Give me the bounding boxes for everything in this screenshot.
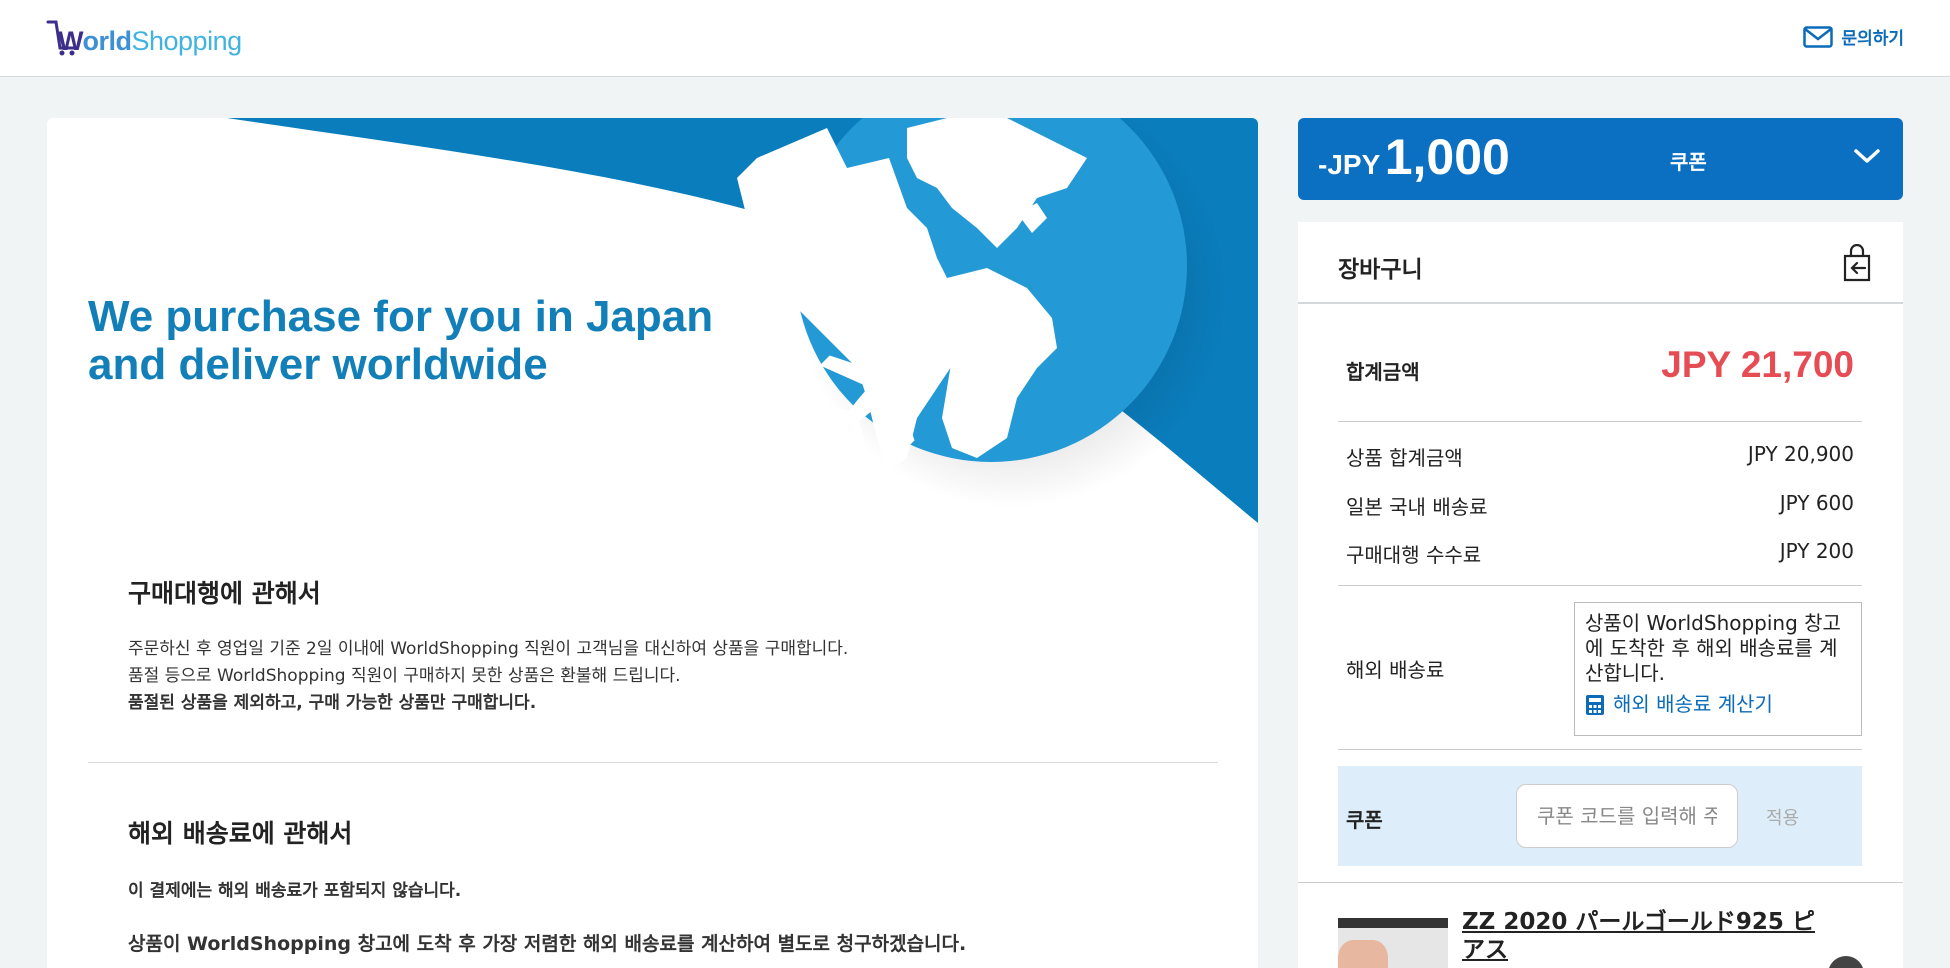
coupon-dropdown[interactable]: -JPY 1,000 쿠폰	[1298, 118, 1903, 200]
info-card: We purchase for you in Japan and deliver…	[47, 118, 1258, 968]
subtotal-row: 상품 합계금액 JPY 20,900	[1346, 442, 1854, 471]
product-name-link[interactable]: ZZ 2020 パールゴールド925 ピアス	[1462, 908, 1822, 964]
hero-title-line-2: and deliver worldwide	[88, 340, 548, 389]
coupon-currency: -JPY	[1318, 149, 1381, 180]
apply-coupon-button[interactable]: 적용	[1766, 804, 1799, 830]
domestic-shipping-label: 일본 국내 배송료	[1346, 495, 1488, 519]
shipping-warning: 이 결제에는 해외 배송료가 포함되지 않습니다.	[128, 881, 462, 901]
divider	[1338, 585, 1862, 586]
subtotal-value: JPY 20,900	[1747, 442, 1854, 466]
subtotal-label: 상품 합계금액	[1346, 446, 1463, 470]
intl-shipping-note: 상품이 WorldShopping 창고에 도착한 후 해외 배송료를 계산합니…	[1585, 611, 1841, 685]
service-fee-value: JPY 200	[1779, 539, 1854, 563]
section-divider	[88, 762, 1218, 763]
intl-shipping-info: 상품이 WorldShopping 창고에 도착한 후 해외 배송료를 계산합니…	[1574, 602, 1862, 736]
purchase-warning: 품절된 상품을 제외하고, 구매 가능한 상품만 구매합니다.	[128, 693, 537, 713]
hero-title: We purchase for you in Japan and deliver…	[88, 293, 808, 389]
cart-header: 장바구니	[1298, 222, 1903, 304]
shipping-section-title: 해외 배송료에 관해서	[128, 819, 353, 848]
cart-divider	[1298, 882, 1903, 883]
total-row: 합계금액 JPY 21,700	[1346, 344, 1854, 385]
contact-link[interactable]: 문의하기	[1803, 24, 1904, 49]
domestic-shipping-row: 일본 국내 배송료 JPY 600	[1346, 491, 1854, 520]
coupon-code-row: 쿠폰 적용	[1338, 766, 1862, 866]
shipping-section: 해외 배송료에 관해서 이 결제에는 해외 배송료가 포함되지 않습니다. 상품…	[128, 814, 1178, 958]
service-fee-label: 구매대행 수수료	[1346, 543, 1482, 567]
intl-shipping-label: 해외 배송료	[1346, 658, 1445, 682]
hero-banner: We purchase for you in Japan and deliver…	[47, 118, 1258, 528]
logo-text: WorldShopping	[58, 26, 242, 56]
product-thumbnail[interactable]	[1338, 918, 1448, 968]
purchase-section-title: 구매대행에 관해서	[128, 579, 321, 608]
purchase-line-2: 품절 등으로 WorldShopping 직원이 구매하지 못한 상품은 환불해…	[128, 666, 681, 686]
shipping-calculator-link[interactable]: 해외 배송료 계산기	[1585, 692, 1851, 717]
coupon-amount: 1,000	[1384, 129, 1510, 185]
divider	[1338, 421, 1862, 422]
contact-label: 문의하기	[1841, 29, 1904, 49]
cart-title: 장바구니	[1338, 257, 1423, 283]
chevron-down-icon[interactable]	[1853, 146, 1881, 166]
purchase-line-1: 주문하신 후 영업일 기준 2일 이내에 WorldShopping 직원이 고…	[128, 639, 849, 659]
coupon-label: 쿠폰	[1670, 150, 1707, 174]
scroll-button[interactable]	[1828, 956, 1864, 968]
coupon-discount: -JPY 1,000	[1318, 128, 1510, 186]
service-fee-row: 구매대행 수수료 JPY 200	[1346, 539, 1854, 568]
mail-icon	[1803, 25, 1834, 48]
cart-panel: 장바구니 합계금액 JPY 21,700 상품 합계금액 JPY 20,900 …	[1298, 222, 1903, 968]
shopping-bag-return-icon[interactable]	[1837, 244, 1875, 282]
hero-title-line-1: We purchase for you in Japan	[88, 292, 714, 341]
calculator-icon	[1586, 694, 1604, 715]
purchase-section: 구매대행에 관해서 주문하신 후 영업일 기준 2일 이내에 WorldShop…	[128, 574, 1178, 717]
shipping-note: 상품이 WorldShopping 창고에 도착 후 가장 저렴한 해외 배송료…	[128, 933, 967, 955]
total-label: 합계금액	[1346, 360, 1420, 384]
worldshopping-logo[interactable]: WorldShopping	[46, 16, 246, 60]
coupon-code-input[interactable]	[1516, 784, 1738, 848]
top-header: WorldShopping 문의하기	[0, 0, 1950, 77]
shipping-calculator-label: 해외 배송료 계산기	[1613, 692, 1773, 716]
domestic-shipping-value: JPY 600	[1779, 491, 1854, 515]
coupon-code-label: 쿠폰	[1346, 808, 1383, 832]
total-value: JPY 21,700	[1661, 344, 1854, 385]
divider	[1338, 749, 1862, 750]
